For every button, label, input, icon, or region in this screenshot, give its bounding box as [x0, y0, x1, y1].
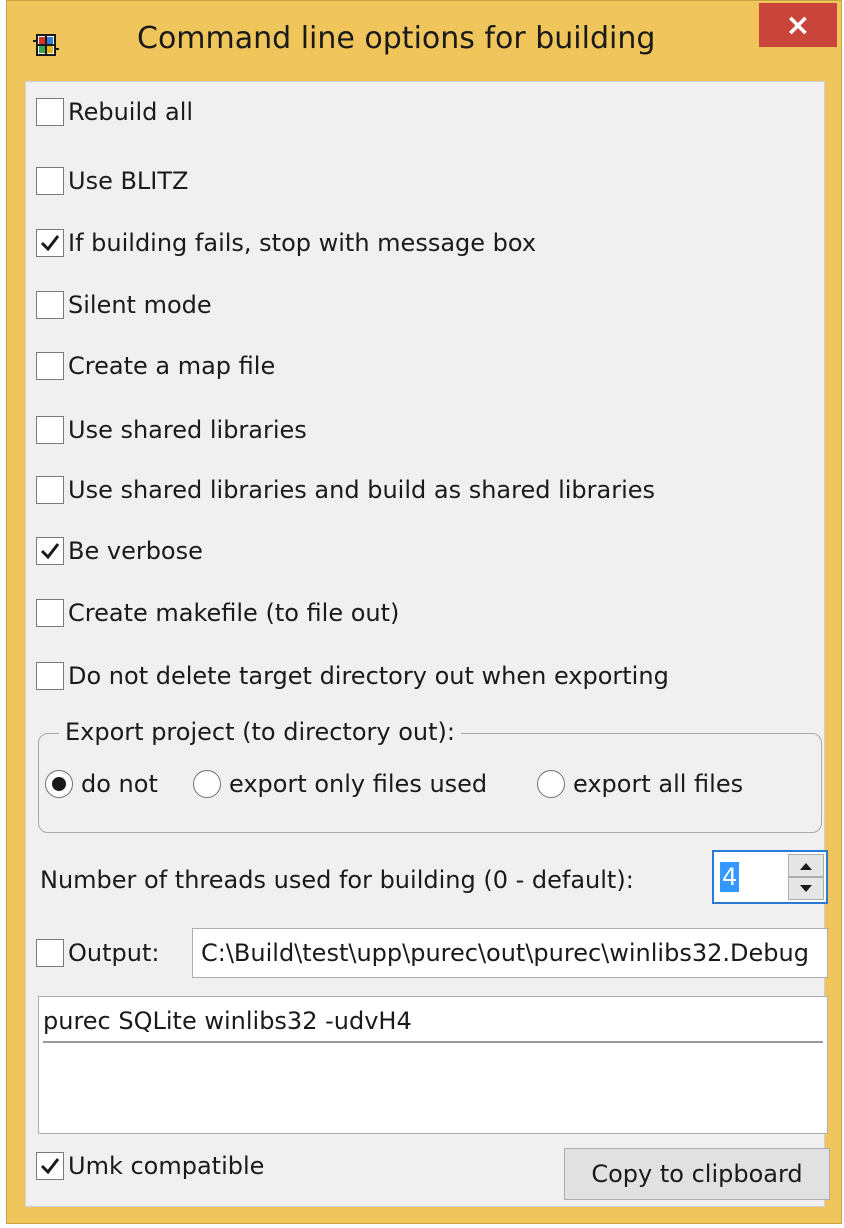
caret-up-icon [800, 862, 812, 870]
command-line-text[interactable]: purec SQLite winlibs32 -udvH4 [43, 1001, 823, 1043]
checkbox[interactable] [36, 229, 64, 257]
export-project-group: Export project (to directory out): do no… [38, 718, 822, 833]
option-label: Use BLITZ [68, 167, 189, 195]
stepper-down-button[interactable] [788, 877, 824, 900]
option-label: Rebuild all [68, 98, 194, 126]
option-use-shared-libraries[interactable]: Use shared libraries [36, 412, 307, 448]
radio-button[interactable] [537, 770, 565, 798]
threads-label: Number of threads used for building (0 -… [40, 866, 634, 894]
checkbox[interactable] [36, 416, 64, 444]
output-label: Output: [68, 939, 160, 967]
option-label: Create makefile (to file out) [68, 599, 400, 627]
option-use-blitz[interactable]: Use BLITZ [36, 163, 188, 199]
output-option[interactable]: Output: [36, 935, 159, 971]
checkbox[interactable] [36, 537, 64, 565]
package-icon [33, 33, 59, 57]
option-label: Create a map file [68, 352, 276, 380]
option-be-verbose[interactable]: Be verbose [36, 533, 203, 569]
dialog-window: Command line options for building × Rebu… [6, 0, 842, 1224]
radio-export-used[interactable]: export only files used [193, 770, 487, 798]
option-label: Do not delete target directory out when … [68, 662, 669, 690]
radio-export-all[interactable]: export all files [537, 770, 743, 798]
checkbox[interactable] [36, 599, 64, 627]
caret-down-icon [800, 884, 812, 892]
command-line-box[interactable]: purec SQLite winlibs32 -udvH4 [38, 996, 828, 1134]
window-title: Command line options for building [137, 21, 656, 56]
dialog-body: Rebuild all Use BLITZ If building fails,… [25, 81, 830, 1207]
export-group-title: Export project (to directory out): [59, 718, 461, 746]
output-path-input[interactable]: C:\Build\test\upp\purec\out\purec\winlib… [192, 928, 828, 978]
option-create-map-file[interactable]: Create a map file [36, 348, 275, 384]
radio-button[interactable] [193, 770, 221, 798]
option-label: Use shared libraries [68, 416, 307, 444]
checkbox[interactable] [36, 662, 64, 690]
title-bar[interactable]: Command line options for building × [7, 1, 841, 81]
checkbox[interactable] [36, 352, 64, 380]
option-build-shared-libraries[interactable]: Use shared libraries and build as shared… [36, 472, 655, 508]
option-stop-on-failure[interactable]: If building fails, stop with message box [36, 225, 536, 261]
radio-label: export all files [573, 770, 744, 798]
stepper-up-button[interactable] [788, 854, 824, 877]
checkbox[interactable] [36, 476, 64, 504]
option-silent-mode[interactable]: Silent mode [36, 287, 212, 323]
umk-label: Umk compatible [68, 1152, 265, 1180]
threads-value[interactable]: 4 [720, 862, 740, 892]
option-keep-target-directory[interactable]: Do not delete target directory out when … [36, 658, 669, 694]
copy-to-clipboard-button[interactable]: Copy to clipboard [564, 1148, 830, 1200]
radio-label: do not [81, 770, 158, 798]
umk-compatible-option[interactable]: Umk compatible [36, 1148, 264, 1184]
option-label: Silent mode [68, 291, 212, 319]
option-label: If building fails, stop with message box [68, 229, 537, 257]
option-rebuild-all[interactable]: Rebuild all [36, 94, 193, 130]
radio-label: export only files used [229, 770, 488, 798]
output-checkbox[interactable] [36, 939, 64, 967]
radio-button[interactable] [45, 770, 73, 798]
checkbox[interactable] [36, 167, 64, 195]
close-button[interactable]: × [759, 3, 837, 47]
checkbox[interactable] [36, 291, 64, 319]
checkbox[interactable] [36, 98, 64, 126]
option-create-makefile[interactable]: Create makefile (to file out) [36, 595, 399, 631]
option-label: Be verbose [68, 537, 203, 565]
threads-stepper[interactable]: 4 [712, 850, 828, 904]
close-icon: × [785, 7, 811, 43]
option-label: Use shared libraries and build as shared… [68, 476, 656, 504]
umk-checkbox[interactable] [36, 1152, 64, 1180]
stepper-buttons [788, 854, 824, 900]
radio-do-not[interactable]: do not [45, 770, 158, 798]
